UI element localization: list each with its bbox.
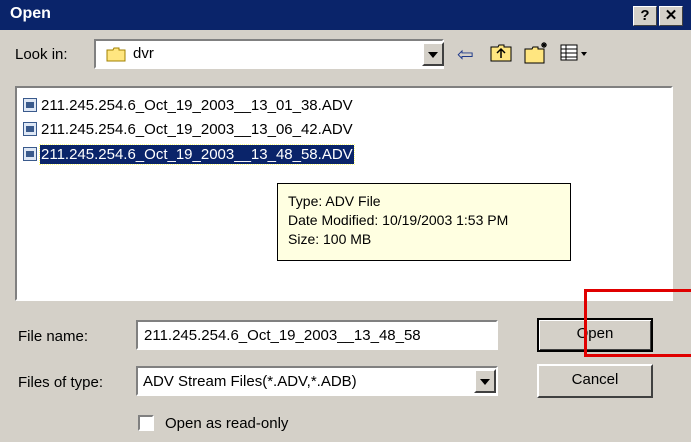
tooltip-size: Size: 100 MB (288, 231, 372, 247)
up-folder-icon[interactable] (490, 42, 514, 66)
readonly-checkbox[interactable] (138, 415, 154, 431)
filename-input[interactable]: 211.245.254.6_Oct_19_2003__13_48_58 (136, 320, 498, 350)
lookin-label: Look in: (15, 46, 68, 63)
back-icon[interactable]: ⇦ (457, 42, 481, 66)
tooltip-type: Type: ADV File (288, 193, 381, 209)
file-icon (23, 98, 37, 112)
lookin-combo[interactable]: dvr (94, 39, 444, 69)
filetype-value: ADV Stream Files(*.ADV,*.ADB) (143, 373, 357, 390)
file-name: 211.245.254.6_Oct_19_2003__13_48_58.ADV (39, 143, 355, 165)
readonly-label: Open as read-only (165, 415, 289, 432)
list-item-selected[interactable]: 211.245.254.6_Oct_19_2003__13_48_58.ADV (23, 143, 355, 165)
list-item[interactable]: 211.245.254.6_Oct_19_2003__13_06_42.ADV (23, 118, 354, 140)
close-icon: ✕ (664, 7, 678, 24)
filetype-select[interactable]: ADV Stream Files(*.ADV,*.ADB) (136, 366, 498, 396)
help-button[interactable]: ? (633, 6, 657, 26)
open-button[interactable]: Open (537, 318, 653, 352)
filename-label: File name: (18, 328, 89, 345)
file-name: 211.245.254.6_Oct_19_2003__13_06_42.ADV (41, 120, 353, 138)
list-item[interactable]: 211.245.254.6_Oct_19_2003__13_01_38.ADV (23, 94, 354, 116)
lookin-dropdown-button[interactable] (422, 42, 444, 66)
tooltip-modified: Date Modified: 10/19/2003 1:53 PM (288, 212, 509, 228)
window-title: Open (10, 5, 51, 22)
lookin-folder: dvr (133, 45, 154, 62)
chevron-down-icon (428, 52, 438, 58)
views-menu-icon[interactable] (560, 42, 590, 64)
chevron-down-icon (480, 379, 490, 385)
close-button[interactable]: ✕ (659, 6, 683, 26)
new-folder-icon[interactable] (524, 40, 550, 66)
cancel-button[interactable]: Cancel (537, 364, 653, 398)
folder-icon (106, 47, 126, 62)
file-info-tooltip: Type: ADV File Date Modified: 10/19/2003… (277, 183, 571, 261)
filetype-label: Files of type: (18, 374, 104, 391)
title-bar (0, 0, 691, 30)
file-icon (23, 147, 37, 161)
filetype-dropdown-button[interactable] (474, 369, 496, 393)
file-icon (23, 122, 37, 136)
file-name: 211.245.254.6_Oct_19_2003__13_01_38.ADV (41, 96, 353, 114)
